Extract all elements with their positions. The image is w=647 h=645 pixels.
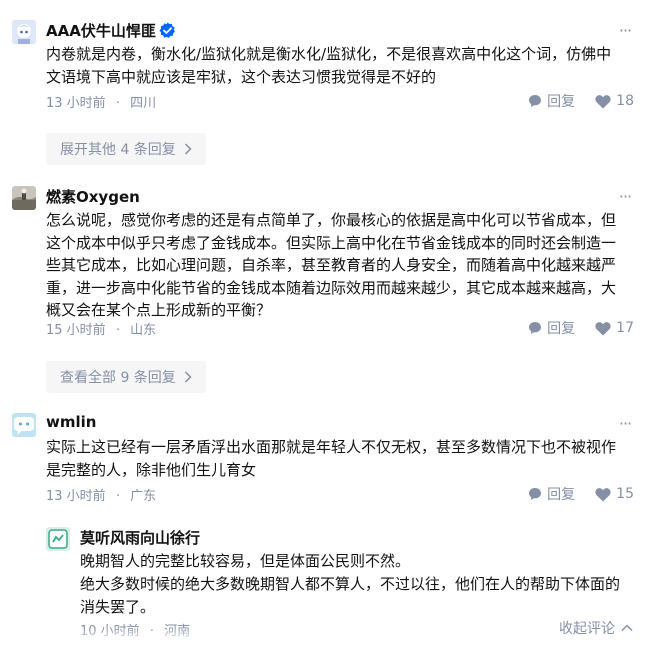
expand-replies-label: 查看全部 9 条回复 <box>60 370 176 386</box>
meta-separator: · <box>115 489 120 504</box>
comment-icon <box>529 95 542 107</box>
heart-icon <box>595 321 611 335</box>
like-button[interactable]: 18 <box>595 93 634 109</box>
reply-button[interactable]: 回复 <box>528 484 575 504</box>
reply-author[interactable]: 莫听风雨向山徐行 <box>80 527 200 548</box>
reply-time: 10 小时前 <box>80 624 140 639</box>
reply-meta: 10 小时前 · 河南 <box>80 620 190 639</box>
comment-icon <box>529 488 542 500</box>
comment-item: 燃素Oxygen ··· 怎么说呢，感觉你考虑的还是有点简单了，你最核心的依据是… <box>12 184 634 354</box>
meta-separator: · <box>149 624 154 639</box>
comment-time: 13 小时前 <box>46 489 106 504</box>
comment-item: wmlin ··· 实际上这已经有一层矛盾浮出水面那就是年轻人不仅无权，甚至多数… <box>12 413 634 513</box>
comment-text: 内卷就是内卷，衡水化/监狱化就是衡水化/监狱化，不是很喜欢高中化这个词，仿佛中文… <box>46 45 612 86</box>
comment-author[interactable]: 燃素Oxygen <box>46 186 140 207</box>
like-count: 18 <box>616 93 634 109</box>
comment-location: 广东 <box>130 489 157 504</box>
more-icon[interactable]: ··· <box>616 22 634 40</box>
meta-separator: · <box>115 323 120 338</box>
comment-location: 山东 <box>130 323 157 338</box>
expand-replies-button[interactable]: 查看全部 9 条回复 <box>46 361 206 393</box>
like-button[interactable]: 17 <box>595 320 634 336</box>
more-icon[interactable]: ··· <box>616 415 634 433</box>
comment-author[interactable]: wmlin <box>46 413 96 431</box>
meta-separator: · <box>115 96 120 111</box>
comment-actions: 回复 15 <box>528 484 634 504</box>
avatar[interactable] <box>12 20 36 44</box>
chevron-up-icon <box>621 624 633 632</box>
reply-button[interactable]: 回复 <box>528 91 575 111</box>
avatar[interactable] <box>12 413 36 437</box>
comment-time: 15 小时前 <box>46 323 106 338</box>
reply-label: 回复 <box>547 487 576 503</box>
chevron-right-icon <box>184 371 192 383</box>
reply-label: 回复 <box>547 94 576 110</box>
expand-replies-label: 展开其他 4 条回复 <box>60 142 176 158</box>
comment-actions: 回复 18 <box>528 91 634 111</box>
reply-text-line2: 绝大多数时候的绝大多数晚期智人都不算人，不过以往，他们在人的帮助下体面的消失罢了… <box>80 575 621 616</box>
avatar[interactable] <box>46 527 70 551</box>
comment-actions: 回复 17 <box>528 318 634 338</box>
comment-time: 13 小时前 <box>46 96 106 111</box>
comment-meta: 15 小时前 · 山东 <box>46 319 156 338</box>
heart-icon <box>595 487 611 501</box>
reply-text-line1: 晚期智人的完整比较容易，但是体面公民则不然。 <box>80 552 411 570</box>
heart-icon <box>595 94 611 108</box>
reply-label: 回复 <box>547 321 576 337</box>
avatar[interactable] <box>12 186 36 210</box>
like-button[interactable]: 15 <box>595 486 634 502</box>
comment-meta: 13 小时前 · 四川 <box>46 92 156 111</box>
reply-item: 莫听风雨向山徐行 晚期智人的完整比较容易，但是体面公民则不然。 绝大多数时候的绝… <box>46 525 634 645</box>
comment-icon <box>529 322 542 334</box>
collapse-label: 收起评论 <box>559 621 615 637</box>
collapse-comments-button[interactable]: 收起评论 <box>559 618 633 638</box>
like-count: 17 <box>616 320 634 336</box>
comment-text: 实际上这已经有一层矛盾浮出水面那就是年轻人不仅无权，甚至多数情况下也不被视作是完… <box>46 438 617 479</box>
comment-meta: 13 小时前 · 广东 <box>46 485 156 504</box>
comment-location: 四川 <box>130 96 157 111</box>
more-icon[interactable]: ··· <box>616 188 634 206</box>
reply-location: 河南 <box>164 624 191 639</box>
chevron-right-icon <box>184 143 192 155</box>
comment-author[interactable]: AAA伏牛山悍匪 <box>46 20 156 41</box>
verified-badge-icon <box>159 22 176 43</box>
reply-button[interactable]: 回复 <box>528 318 575 338</box>
comment-text: 怎么说呢，感觉你考虑的还是有点简单了，你最核心的依据是高中化可以节省成本，但这个… <box>46 211 617 319</box>
expand-replies-button[interactable]: 展开其他 4 条回复 <box>46 133 206 165</box>
like-count: 15 <box>616 486 634 502</box>
